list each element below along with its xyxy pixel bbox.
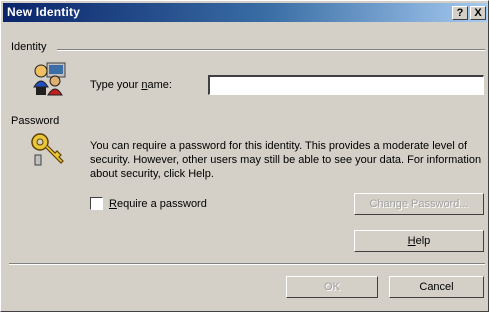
identity-divider [57, 49, 485, 51]
help-access: H [407, 235, 416, 247]
name-input[interactable] [208, 75, 484, 95]
help-label-text: elp [415, 235, 431, 247]
name-label: Type your name: [90, 79, 172, 91]
window-title: New Identity [7, 5, 81, 19]
close-button[interactable]: X [470, 6, 486, 20]
require-label-access: R [109, 198, 117, 210]
help-button[interactable]: Help [354, 230, 484, 252]
require-password-label[interactable]: Require a password [109, 198, 207, 210]
help-title-button[interactable]: ? [452, 6, 468, 20]
require-password-checkbox[interactable] [90, 197, 103, 210]
change-password-button[interactable]: Change Password... [354, 193, 484, 215]
ok-button[interactable]: OK [286, 276, 378, 298]
name-label-post: ame: [147, 79, 172, 91]
identity-people-icon [33, 62, 66, 96]
password-group-label: Password [11, 115, 60, 127]
require-label-text: equire a password [116, 198, 207, 210]
password-key-icon [31, 133, 64, 166]
title-bar[interactable]: New Identity ? X [3, 3, 487, 22]
new-identity-dialog: New Identity ? X Identity Type your name… [0, 0, 489, 312]
identity-group-label: Identity [11, 41, 47, 53]
footer-separator [9, 263, 485, 265]
password-description: You can require a password for this iden… [90, 140, 482, 180]
cancel-button[interactable]: Cancel [389, 276, 484, 298]
name-label-pre: Type your [90, 79, 142, 91]
